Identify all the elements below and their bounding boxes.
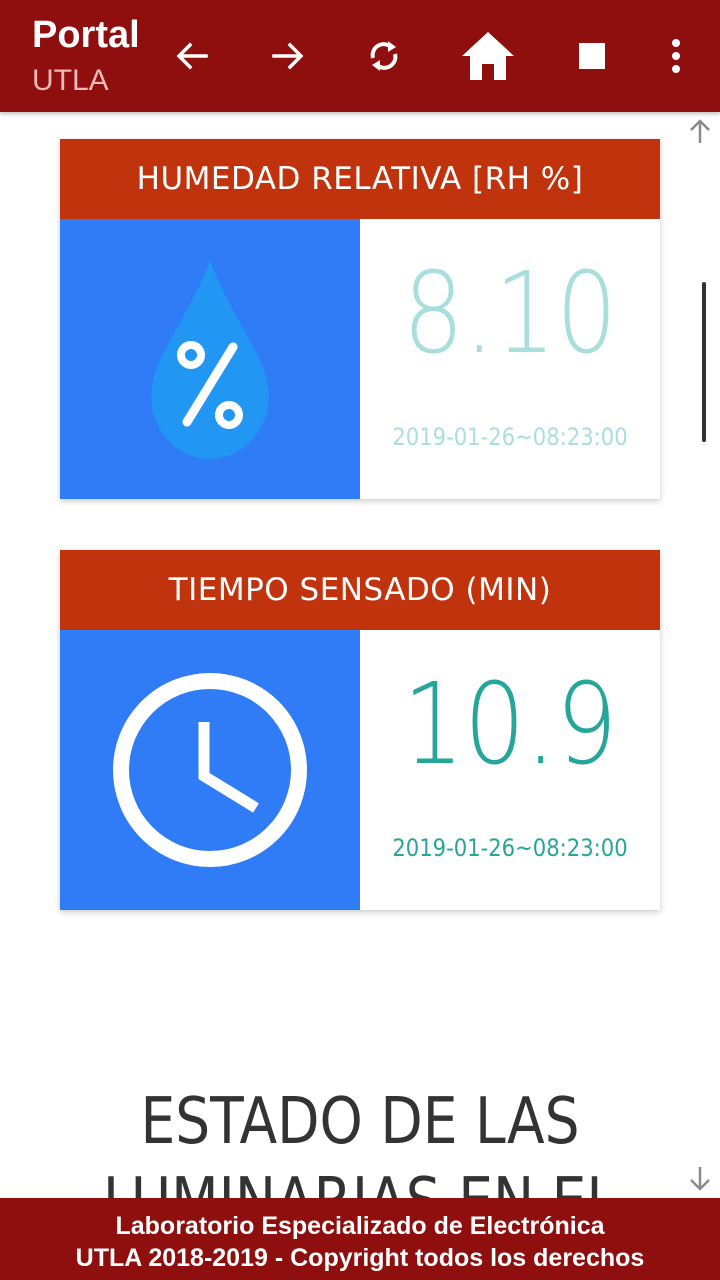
overflow-menu-button[interactable] bbox=[644, 24, 708, 88]
section-title: ESTADO DE LAS LUMINARIAS EN EL bbox=[50, 1082, 669, 1198]
footer: Laboratorio Especializado de Electrónica… bbox=[0, 1198, 720, 1280]
sensing-time-value: 10.9 bbox=[402, 660, 618, 790]
arrow-back-icon bbox=[176, 42, 208, 70]
back-button[interactable] bbox=[160, 24, 224, 88]
footer-line: UTLA 2018-2019 - Copyright todos los der… bbox=[75, 1244, 645, 1272]
arrow-down-icon bbox=[690, 1167, 710, 1191]
humidity-value: 8.10 bbox=[402, 249, 618, 379]
card-header: TIEMPO SENSADO (MIN) bbox=[60, 550, 660, 630]
section-title-line: LUMINARIAS EN EL bbox=[50, 1162, 669, 1198]
section-title-line: ESTADO DE LAS bbox=[140, 1085, 580, 1159]
footer-line: Laboratorio Especializado de Electrónica bbox=[115, 1212, 605, 1240]
scroll-up-button[interactable] bbox=[686, 118, 714, 146]
stop-button[interactable] bbox=[560, 24, 624, 88]
clock-icon bbox=[113, 673, 307, 867]
humidity-drop-icon bbox=[151, 259, 269, 459]
more-vert-icon bbox=[672, 39, 680, 73]
card-icon-panel bbox=[60, 630, 360, 910]
home-button[interactable] bbox=[456, 24, 520, 88]
stop-icon bbox=[579, 43, 605, 69]
card-value-panel: 10.9 2019-01-26~08:23:00 bbox=[360, 630, 660, 910]
card-header: HUMEDAD RELATIVA [RH %] bbox=[60, 139, 660, 219]
scrollbar-thumb[interactable] bbox=[702, 282, 706, 442]
app-title: Portal bbox=[32, 14, 140, 56]
home-icon bbox=[462, 32, 514, 80]
humidity-timestamp: 2019-01-26~08:23:00 bbox=[392, 423, 628, 451]
app-bar: Portal UTLA bbox=[0, 0, 720, 112]
app-subtitle: UTLA bbox=[32, 64, 109, 97]
scroll-down-button[interactable] bbox=[686, 1164, 714, 1192]
refresh-icon bbox=[370, 41, 398, 71]
humidity-card: HUMEDAD RELATIVA [RH %] 8.10 2019-01-26~… bbox=[60, 139, 660, 499]
arrow-forward-icon bbox=[272, 42, 304, 70]
card-value-panel: 8.10 2019-01-26~08:23:00 bbox=[360, 219, 660, 499]
refresh-button[interactable] bbox=[352, 24, 416, 88]
sensing-time-card: TIEMPO SENSADO (MIN) 10.9 2019-01-26~08:… bbox=[60, 550, 660, 910]
card-icon-panel bbox=[60, 219, 360, 499]
forward-button[interactable] bbox=[256, 24, 320, 88]
page-content[interactable]: HUMEDAD RELATIVA [RH %] 8.10 2019-01-26~… bbox=[0, 112, 720, 1198]
sensing-time-timestamp: 2019-01-26~08:23:00 bbox=[392, 834, 628, 862]
arrow-up-icon bbox=[690, 119, 710, 143]
